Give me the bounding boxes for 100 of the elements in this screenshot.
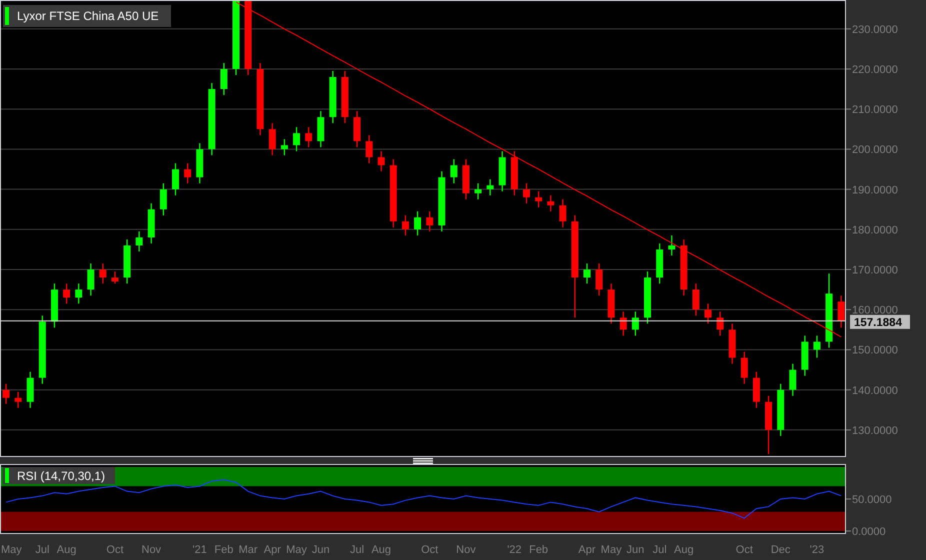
axis-label: 170.0000 [852,264,898,276]
month-label: May [286,544,307,556]
candlestick [87,264,94,296]
candlestick [305,127,312,148]
candlestick [608,284,615,324]
candlestick [354,111,361,148]
candlestick [341,70,348,124]
candlestick [596,264,603,296]
month-label: Nov [456,544,476,556]
candlestick [317,111,324,148]
candlestick [486,179,494,196]
month-label: Jul [652,544,667,556]
candlestick [813,336,820,358]
legend-label: RSI (14,70,30,1) [17,468,106,482]
price-label: 157.1884 [850,314,910,329]
month-label: Nov [142,544,162,556]
candlestick [438,171,446,232]
candlestick [293,127,300,152]
candlestick [414,211,422,236]
legend-marker [5,7,9,25]
axis-label: 160.0000 [852,304,898,317]
candlestick [474,183,482,200]
axis-label: 180.0000 [852,224,898,236]
candlestick [547,195,554,212]
candlestick [268,123,276,156]
candlestick [426,211,434,232]
axis-label: 130.0000 [852,424,898,437]
candlestick [99,264,106,284]
month-label: May [1,544,22,556]
candlestick [378,151,385,172]
month-label: Apr [578,544,596,556]
splitter-grip-icon[interactable] [413,458,433,464]
month-label: Jun [626,544,644,556]
axis-label: 150.0000 [852,344,898,357]
candlestick [148,203,155,244]
month-label: Feb [529,544,548,556]
month-label: Mar [238,544,258,556]
month-label: Dec [770,544,790,556]
candlestick [196,143,204,184]
candlestick [63,284,70,304]
month-label: '22 [507,544,522,556]
candlestick [644,272,651,324]
candlestick [838,296,845,328]
candlestick [728,324,736,364]
month-label: May [600,544,622,556]
candlestick [704,304,712,324]
candlestick [620,312,627,336]
month-label: Jun [312,544,330,556]
candlestick [740,352,748,384]
axis-label: 230.0000 [852,24,898,36]
axis-label: 140.0000 [852,384,898,397]
candlestick [75,284,82,304]
candlestick [160,183,167,216]
candlestick [366,135,373,164]
candlestick [752,372,760,408]
candlestick [777,384,784,436]
month-label: Oct [421,544,438,556]
candlestick [559,199,566,228]
candlestick [50,284,58,328]
month-label: Oct [106,544,124,556]
axis-label: 220.0000 [852,64,898,76]
candlestick [522,183,530,204]
candlestick [329,70,336,124]
candlestick [450,159,458,184]
legend-label: Lyxor FTSE China A50 UE [17,9,159,23]
candlestick [498,151,506,192]
month-label: Jul [35,544,50,556]
month-label: Jul [350,544,364,556]
candlestick [280,139,288,156]
month-label: Aug [56,544,76,556]
candlestick [656,243,664,284]
axis-label: 0.0000 [852,526,886,538]
candlestick [801,336,808,376]
month-label: Oct [736,544,753,556]
candlestick [184,163,192,184]
month-label: Apr [264,544,281,556]
candlestick [510,151,518,196]
candlestick [462,159,470,200]
candlestick [680,239,688,296]
candlestick [789,364,796,396]
ref-line-label: 157.1884 [854,316,903,329]
candlestick [172,163,179,196]
candlestick [136,231,143,252]
axis-label: 190.0000 [852,184,898,196]
axis-label: 200.0000 [852,144,898,156]
candlestick [402,215,409,236]
month-label: Feb [214,544,234,556]
candlestick [584,264,590,284]
candlestick [668,235,676,256]
candlestick [632,312,639,336]
candlestick [692,284,700,316]
axis-label: 50.0000 [852,494,892,506]
candlestick [765,396,772,454]
candlestick [2,384,10,404]
candlestick [535,191,542,208]
legend-marker [5,468,9,483]
axis-label: 210.0000 [852,104,898,116]
candlestick [14,392,22,408]
month-label: '23 [810,544,824,556]
candlestick [26,372,34,408]
